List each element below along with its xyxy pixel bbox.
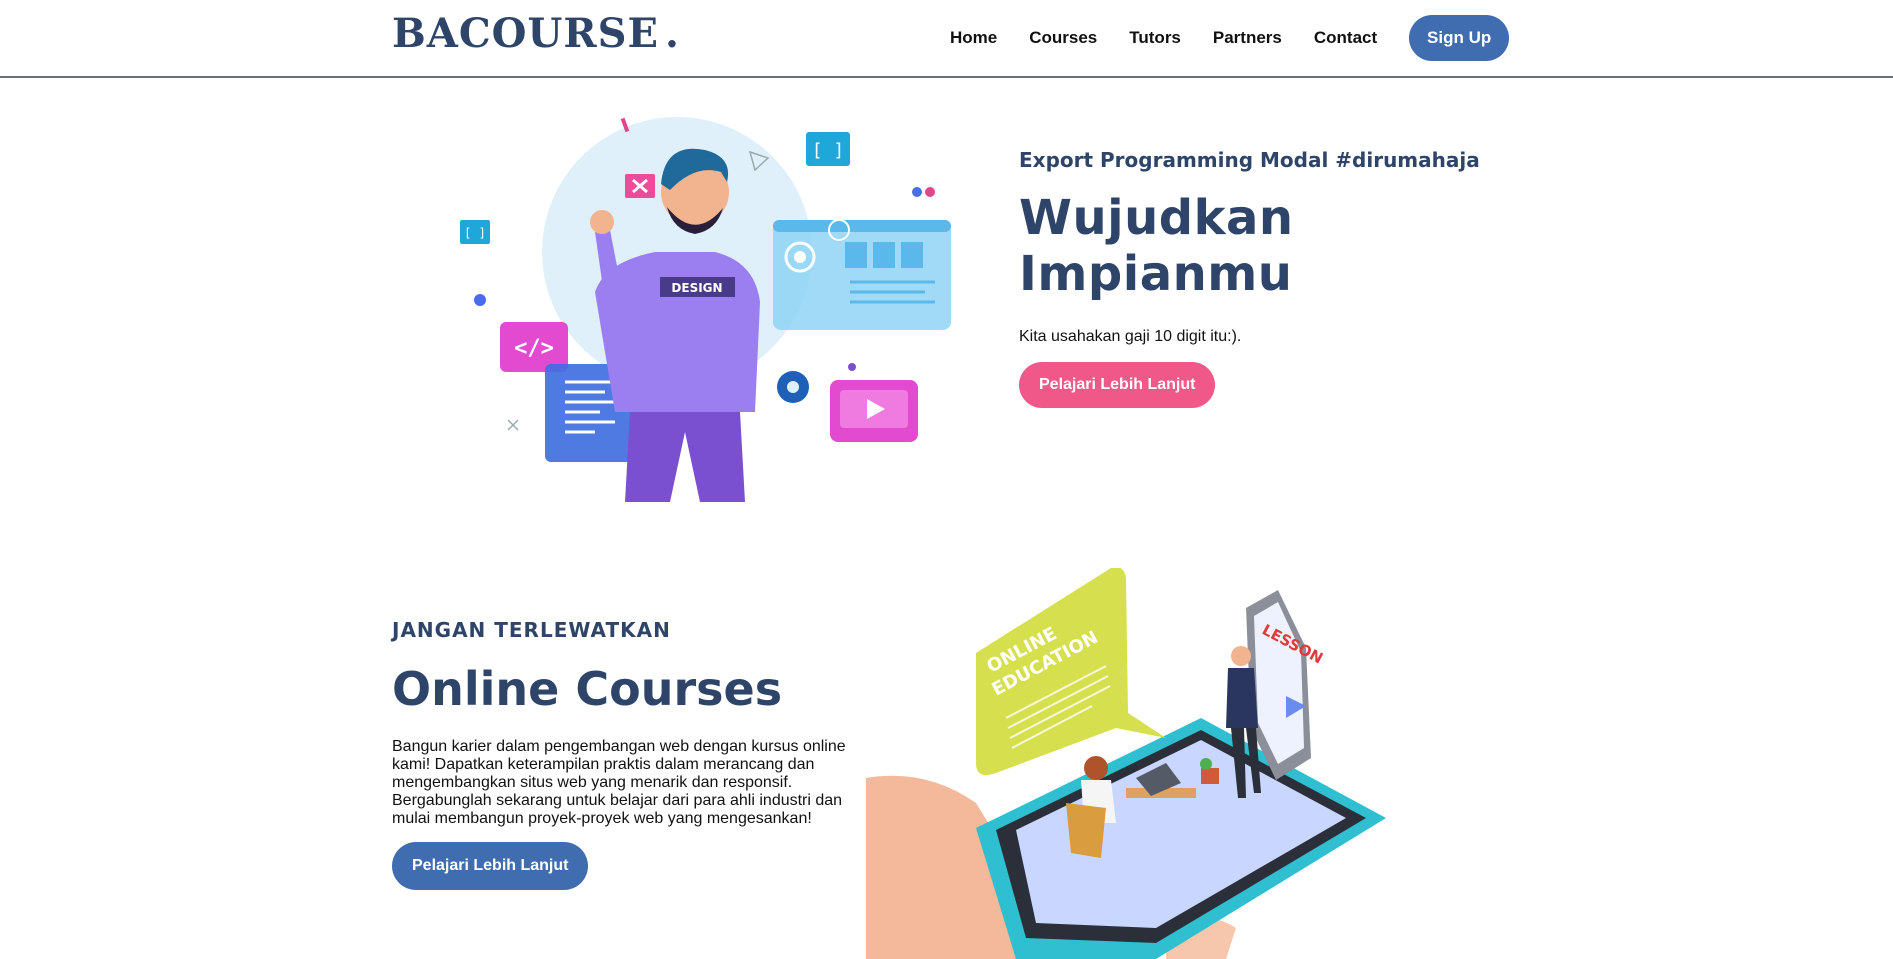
- courses-eyebrow: JANGAN TERLEWATKAN: [392, 618, 671, 642]
- brand-name: BACOURSE: [392, 10, 660, 57]
- online-education-illustration: ONLINE EDUCATION LESSON: [866, 568, 1386, 959]
- nav-tutors[interactable]: Tutors: [1129, 28, 1181, 48]
- speech-bubble: [976, 568, 1166, 775]
- courses-description: Bangun karier dalam pengembangan web den…: [392, 738, 846, 827]
- courses-learn-more-button[interactable]: Pelajari Lebih Lanjut: [392, 842, 589, 890]
- hero-description: Kita usahakan gaji 10 digit itu:).: [1019, 328, 1242, 345]
- hero-illustration: [ ] [ ] </> DESIGN: [460, 117, 951, 502]
- sign-up-button[interactable]: Sign Up: [1409, 15, 1510, 61]
- svg-text:[ ]: [ ]: [812, 140, 845, 161]
- hero-learn-more-button[interactable]: Pelajari Lebih Lanjut: [1019, 362, 1216, 408]
- hero-title: Wujudkan Impianmu: [1019, 190, 1294, 302]
- nav-home[interactable]: Home: [950, 28, 997, 48]
- hero-content: Export Programming Modal #dirumahaja Wuj…: [1019, 148, 1579, 408]
- nav-contact[interactable]: Contact: [1314, 28, 1377, 48]
- nav-partners[interactable]: Partners: [1213, 28, 1282, 48]
- browser-window-icon: [773, 220, 951, 330]
- top-navbar: BACOURSE. Home Courses Tutors Partners C…: [0, 0, 1893, 78]
- main-nav: Home Courses Tutors Partners Contact Sig…: [950, 15, 1510, 61]
- courses-title: Online Courses: [392, 662, 783, 716]
- svg-text:</>: </>: [514, 336, 554, 361]
- nav-courses[interactable]: Courses: [1029, 28, 1097, 48]
- svg-text:[ ]: [ ]: [464, 226, 486, 240]
- brand-logo[interactable]: BACOURSE.: [392, 10, 680, 57]
- online-courses-content: JANGAN TERLEWATKAN Online Courses Bangun…: [392, 618, 862, 890]
- hero-eyebrow: Export Programming Modal #dirumahaja: [1019, 148, 1480, 172]
- brand-dot: .: [665, 10, 680, 57]
- shirt-text: DESIGN: [671, 281, 722, 295]
